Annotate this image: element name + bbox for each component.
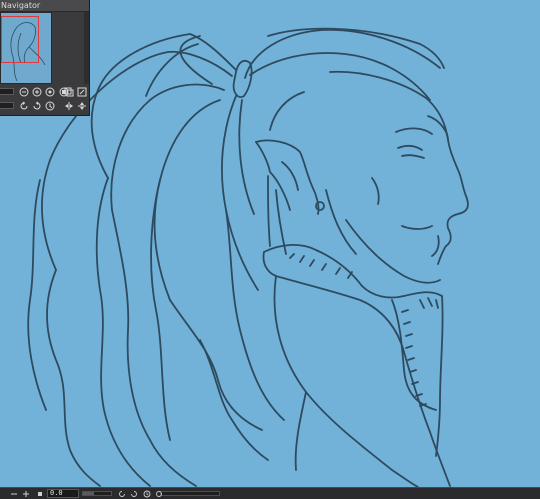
rotate-right-icon[interactable]: [130, 488, 138, 499]
zoom-value-field[interactable]: 0.0: [47, 489, 79, 498]
flip-vertical-icon[interactable]: [76, 100, 87, 111]
zoom-level-slider[interactable]: [82, 491, 112, 496]
rotation-slider[interactable]: [160, 491, 220, 496]
plus-icon[interactable]: [22, 488, 30, 499]
flip-horizontal-icon[interactable]: [63, 100, 74, 111]
square-icon[interactable]: [36, 488, 44, 499]
zoom-level-fill: [83, 492, 95, 495]
zoom-slider[interactable]: [0, 88, 14, 95]
zoom-out-icon[interactable]: [18, 86, 29, 97]
circle-icon[interactable]: [155, 488, 163, 499]
navigator-preview[interactable]: [0, 12, 52, 84]
layers-copy-icon[interactable]: [63, 86, 74, 97]
navigator-panel: Navigator: [0, 0, 90, 116]
clock-icon[interactable]: [143, 488, 151, 499]
navigator-viewport-frame[interactable]: [1, 16, 39, 63]
navigator-scrollbar[interactable]: [84, 12, 89, 84]
rotate-slider[interactable]: [0, 102, 14, 109]
navigator-title[interactable]: Navigator: [0, 0, 89, 12]
rotate-right-icon[interactable]: [31, 100, 42, 111]
rotate-left-icon[interactable]: [18, 100, 29, 111]
zoom-in-icon[interactable]: [31, 86, 42, 97]
status-bar: 0.0: [0, 487, 540, 499]
navigator-controls: [0, 86, 90, 116]
fit-window-icon[interactable]: [76, 86, 87, 97]
reset-rotation-icon[interactable]: [44, 100, 55, 111]
rotate-left-icon[interactable]: [118, 488, 126, 499]
fit-to-screen-icon[interactable]: [44, 86, 55, 97]
minus-icon[interactable]: [10, 488, 18, 499]
